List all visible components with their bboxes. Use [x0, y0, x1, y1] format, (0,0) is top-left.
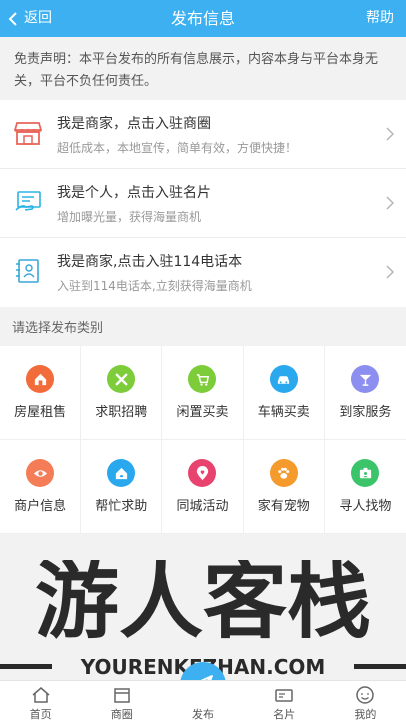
wrench-icon: [107, 365, 136, 393]
category-label: 闲置买卖: [176, 405, 229, 420]
category-label: 同城活动: [176, 499, 229, 514]
disclaimer-text: 免责声明：本平台发布的所有信息展示，内容本身与平台本身无关，平台不负任何责任。: [0, 37, 406, 100]
watermark-text: 游人客栈: [35, 560, 371, 650]
shop-icon: [114, 688, 130, 703]
car-icon: [269, 365, 298, 393]
category-merchant-info[interactable]: 商户信息: [0, 440, 82, 534]
entry-title: 我是商家,点击入驻114电话本: [57, 254, 243, 270]
business-card-icon: [15, 191, 41, 211]
category-local-events[interactable]: 同城活动: [162, 440, 244, 534]
bottom-tab-bar: 首页 商圈 发布 名片 我的: [0, 680, 406, 726]
chevron-right-icon: [386, 127, 394, 141]
entry-title: 我是个人，点击入驻名片: [57, 185, 211, 201]
chevron-right-icon: [386, 265, 394, 279]
tab-shop[interactable]: 商圈: [81, 681, 162, 726]
category-label: 车辆买卖: [257, 405, 310, 420]
category-jobs[interactable]: 求职招聘: [81, 346, 163, 440]
category-label: 房屋租售: [14, 405, 67, 420]
page-title: 发布信息: [170, 9, 235, 28]
category-house-rental[interactable]: 房屋租售: [0, 346, 82, 440]
chevron-right-icon: [386, 196, 394, 210]
category-grid: 房屋租售 求职招聘 闲置买卖 车辆买卖 到家服务 商户信息 帮忙求助 同城活动 …: [0, 346, 406, 534]
category-label: 到家服务: [339, 405, 392, 420]
help-button[interactable]: 帮助: [366, 0, 394, 37]
entry-merchant-circle[interactable]: 我是商家，点击入驻商圈 超低成本，本地宣传，简单有效，方便快捷！: [0, 100, 406, 169]
entry-subtitle: 增加曝光量，获得海量商机: [57, 210, 202, 224]
user-icon: [356, 686, 375, 704]
cocktail-icon: [351, 365, 380, 393]
category-pets[interactable]: 家有宠物: [243, 440, 325, 534]
eye-icon: [26, 459, 55, 487]
tab-label: 首页: [29, 708, 52, 721]
tab-label: 我的: [354, 708, 377, 721]
category-label: 帮忙求助: [95, 499, 148, 514]
id-card-icon: [351, 459, 380, 487]
entry-subtitle: 超低成本，本地宣传，简单有效，方便快捷！: [57, 141, 298, 155]
category-home-service[interactable]: 到家服务: [324, 346, 406, 440]
entry-114-directory[interactable]: 我是商家,点击入驻114电话本 入驻到114电话本,立刻获得海量商机: [0, 238, 406, 307]
cart-icon: [188, 365, 217, 393]
tab-label: 名片: [273, 708, 296, 721]
house-icon: [26, 365, 55, 393]
category-help[interactable]: 帮忙求助: [81, 440, 163, 534]
category-label: 家有宠物: [257, 499, 310, 514]
storefront-icon: [14, 122, 42, 145]
home-icon: [32, 687, 50, 703]
top-bar: 返回 发布信息 帮助: [0, 0, 406, 37]
tab-home[interactable]: 首页: [0, 681, 81, 726]
join-entries-list: 我是商家，点击入驻商圈 超低成本，本地宣传，简单有效，方便快捷！ 我是个人，点击…: [0, 100, 406, 307]
home-help-icon: [107, 459, 136, 487]
tab-publish[interactable]: 发布: [162, 681, 243, 726]
tab-label: 商圈: [110, 708, 133, 721]
category-label: 商户信息: [14, 499, 67, 514]
tab-profile[interactable]: 我的: [325, 681, 406, 726]
category-vehicles[interactable]: 车辆买卖: [243, 346, 325, 440]
category-label: 求职招聘: [95, 405, 148, 420]
category-label: 寻人找物: [339, 499, 392, 514]
card-icon: [275, 689, 293, 702]
entry-title: 我是商家，点击入驻商圈: [57, 116, 211, 132]
category-secondhand[interactable]: 闲置买卖: [162, 346, 244, 440]
phone-directory-icon: [16, 259, 39, 283]
tab-card[interactable]: 名片: [244, 681, 325, 726]
category-lost-found[interactable]: 寻人找物: [324, 440, 406, 534]
location-heart-icon: [188, 459, 217, 487]
paw-icon: [269, 459, 298, 487]
tab-label: 发布: [192, 708, 214, 721]
entry-subtitle: 入驻到114电话本,立刻获得海量商机: [57, 279, 252, 293]
category-section-label: 请选择发布类别: [0, 311, 406, 346]
entry-business-card[interactable]: 我是个人，点击入驻名片 增加曝光量，获得海量商机: [0, 169, 406, 238]
